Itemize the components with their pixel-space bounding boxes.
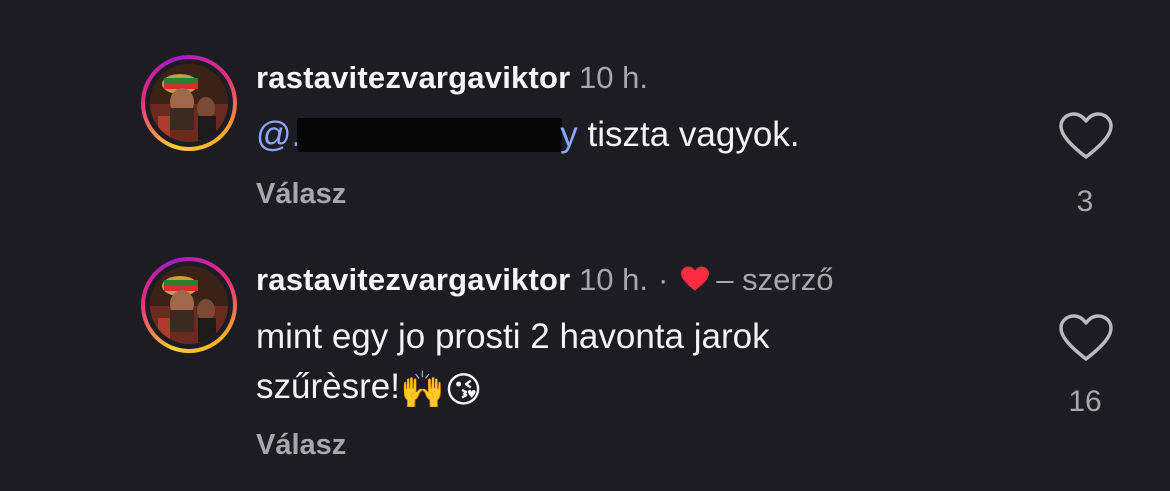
avatar <box>150 266 228 344</box>
username-link[interactable]: rastavitezvargaviktor <box>256 60 570 95</box>
heart-outline-icon <box>1059 314 1113 361</box>
mention-prefix: @. <box>256 115 302 154</box>
like-count[interactable]: 16 <box>1040 385 1130 419</box>
avatar-image <box>150 266 228 344</box>
comment-header: rastavitezvargaviktor 10 h. <box>256 58 648 98</box>
reply-button[interactable]: Válasz <box>256 178 346 211</box>
like-button[interactable] <box>1058 314 1114 364</box>
like-button[interactable] <box>1058 112 1114 162</box>
mention-suffix: y <box>560 115 578 154</box>
comment-body-line-1: mint egy jo prosti 2 havonta jarok <box>256 317 770 356</box>
comment-item: rastavitezvargaviktor 10 h. · – szerző min… <box>0 252 1170 482</box>
avatar-image <box>150 64 228 142</box>
comment-time: 10 h. <box>579 60 648 95</box>
mention-link[interactable]: @. y <box>256 115 578 154</box>
comment-item: rastavitezvargaviktor 10 h. @. y tiszta v… <box>0 50 1170 240</box>
reply-button[interactable]: Válasz <box>256 429 346 462</box>
comment-body-line-2: szűrèsre!🙌😘 <box>256 362 1016 416</box>
comments-screen: rastavitezvargaviktor 10 h. @. y tiszta v… <box>0 0 1170 491</box>
comment-time: 10 h. <box>579 262 648 297</box>
avatar <box>150 64 228 142</box>
author-label: – szerző <box>716 262 834 297</box>
comment-text: mint egy jo prosti 2 havonta jarok szűrè… <box>256 312 1016 416</box>
heart-outline-icon <box>1059 112 1113 159</box>
kissing-face-emoji: 😘 <box>444 370 483 411</box>
comment-header: rastavitezvargaviktor 10 h. · – szerző <box>256 260 833 303</box>
raising-hands-emoji: 🙌 <box>399 370 445 411</box>
like-count[interactable]: 3 <box>1040 185 1130 219</box>
red-heart-icon <box>680 263 710 303</box>
avatar-story-ring[interactable] <box>141 257 237 353</box>
separator-dot: · <box>657 262 669 297</box>
username-link[interactable]: rastavitezvargaviktor <box>256 262 570 297</box>
avatar-story-ring[interactable] <box>141 55 237 151</box>
comment-body-line-2-text: szűrèsre! <box>256 367 400 406</box>
comment-body: tiszta vagyok. <box>577 115 800 154</box>
comment-text: @. y tiszta vagyok. <box>256 110 1016 160</box>
redaction-bar <box>297 118 563 152</box>
